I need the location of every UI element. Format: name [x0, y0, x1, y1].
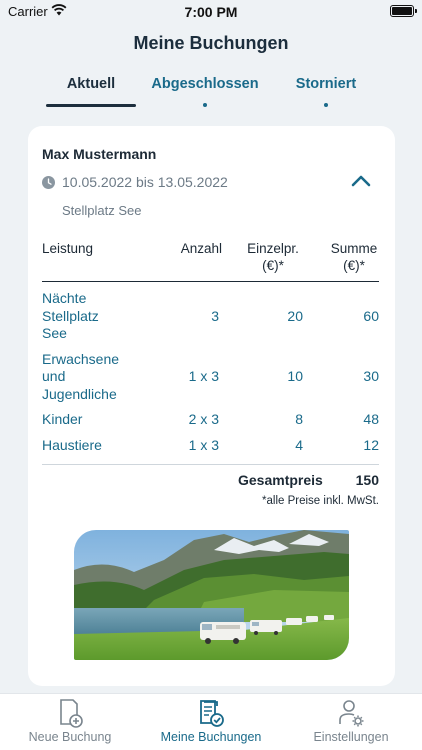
tab-active-indicator — [46, 104, 136, 107]
table-row: Kinder 2 x 3 8 48 — [42, 411, 379, 429]
row-unit-price: 4 — [295, 436, 303, 453]
tabbar-new-booking[interactable]: Neue Buchung — [10, 698, 130, 744]
header-sum-line2: (€)* — [343, 258, 365, 273]
campsite-photo — [74, 530, 349, 660]
table-row: Nächte Stellplatz See 3 20 60 — [42, 290, 379, 343]
booking-tabs: Aktuell Abgeschlossen Storniert — [0, 72, 422, 112]
total-value: 150 — [355, 472, 379, 488]
row-unit-price: 20 — [287, 307, 303, 324]
settings-person-icon — [339, 700, 364, 727]
status-bar: Carrier 7:00 PM — [0, 0, 422, 24]
tab-storniert-label: Storniert — [295, 76, 357, 92]
header-unit-price: Einzelpr. (€)* — [243, 240, 303, 274]
row-sum: 12 — [363, 436, 379, 453]
battery-icon — [390, 5, 417, 17]
bookings-icon — [200, 700, 224, 727]
row-service-line: Stellplatz — [42, 307, 99, 324]
price-table-header: Leistung Anzahl Einzelpr. (€)* Summe (€)… — [42, 238, 379, 282]
table-row: Haustiere 1 x 3 4 12 — [42, 437, 379, 455]
tab-abgeschlossen[interactable]: Abgeschlossen — [150, 76, 260, 107]
booking-card: Max Mustermann 10.05.2022 bis 13.05.2022… — [28, 126, 395, 686]
tabbar-my-bookings[interactable]: Meine Buchungen — [151, 698, 271, 744]
row-sum: 60 — [363, 307, 379, 324]
row-unit-price: 8 — [295, 411, 303, 427]
tab-abgeschlossen-label: Abgeschlossen — [151, 76, 259, 92]
header-sum: Summe (€)* — [329, 240, 379, 274]
vat-note: *alle Preise inkl. MwSt. — [262, 495, 379, 507]
header-unit-price-line1: Einzelpr. — [247, 241, 299, 256]
row-service-line: Erwachsene — [42, 350, 120, 367]
header-unit-price-line2: (€)* — [262, 258, 284, 273]
page-title: Meine Buchungen — [133, 33, 289, 53]
tab-storniert[interactable]: Storniert — [286, 76, 366, 107]
bottom-tab-bar: Neue Buchung Meine Buchungen Einstellung… — [0, 693, 422, 750]
new-booking-icon — [60, 699, 83, 728]
tab-dot-indicator — [324, 103, 328, 107]
tab-aktuell[interactable]: Aktuell — [46, 76, 136, 107]
total-label: Gesamtpreis — [238, 472, 323, 488]
header-quantity: Anzahl — [180, 241, 222, 256]
tabbar-new-booking-label: Neue Buchung — [28, 730, 112, 744]
clock-time: 7:00 PM — [184, 4, 238, 20]
row-quantity: 1 x 3 — [188, 436, 219, 453]
price-table: Leistung Anzahl Einzelpr. (€)* Summe (€)… — [42, 238, 379, 454]
row-service-line: und — [42, 368, 66, 384]
clock-icon — [42, 176, 55, 189]
row-unit-price: 10 — [287, 368, 303, 384]
chevron-up-icon[interactable] — [350, 172, 372, 188]
guest-name: Max Mustermann — [42, 146, 157, 162]
tabbar-settings-label: Einstellungen — [313, 730, 389, 744]
pitch-name: Stellplatz See — [62, 203, 142, 218]
row-quantity: 3 — [211, 307, 219, 324]
row-quantity: 1 x 3 — [188, 368, 219, 384]
row-sum: 48 — [363, 411, 379, 427]
tabbar-settings[interactable]: Einstellungen — [291, 698, 411, 744]
header-sum-line1: Summe — [330, 241, 378, 256]
row-sum: 30 — [363, 368, 379, 384]
booking-date-range: 10.05.2022 bis 13.05.2022 — [62, 174, 228, 190]
header-service: Leistung — [42, 241, 94, 256]
row-service-line: Jugendliche — [42, 385, 117, 402]
row-quantity: 2 x 3 — [188, 411, 219, 427]
row-service-line: See — [42, 325, 67, 341]
tabbar-my-bookings-label: Meine Buchungen — [160, 730, 262, 744]
tab-dot-indicator — [203, 103, 207, 107]
total-divider — [42, 464, 379, 465]
row-service-line: Nächte — [42, 290, 87, 306]
tab-aktuell-label: Aktuell — [66, 76, 116, 92]
table-row: Erwachsene und Jugendliche 1 x 3 10 30 — [42, 351, 379, 404]
